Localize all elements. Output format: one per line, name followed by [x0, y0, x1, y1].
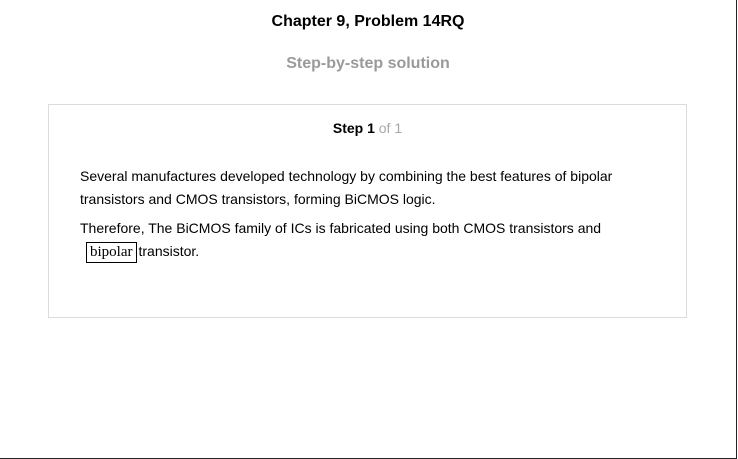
page-subtitle: Step-by-step solution [286, 55, 450, 72]
step-card: Step 1 of 1 Several manufactures develop… [48, 104, 687, 318]
step-content: Several manufactures developed technolog… [80, 165, 640, 263]
solution-page: Chapter 9, Problem 14RQ Step-by-step sol… [0, 0, 737, 459]
conclusion-paragraph: Therefore, The BiCMOS family of ICs is f… [80, 217, 640, 263]
step-header: Step 1 of 1 [49, 119, 686, 137]
step-count: of 1 [378, 120, 403, 136]
page-title: Chapter 9, Problem 14RQ [271, 13, 465, 30]
answer-box: bipolar [86, 242, 137, 263]
step-label: Step 1 [332, 120, 375, 136]
answer-suffix: transistor. [138, 243, 200, 259]
conclusion-text: Therefore, The BiCMOS family of ICs is f… [80, 220, 602, 236]
explanation-paragraph: Several manufactures developed technolog… [80, 168, 613, 207]
